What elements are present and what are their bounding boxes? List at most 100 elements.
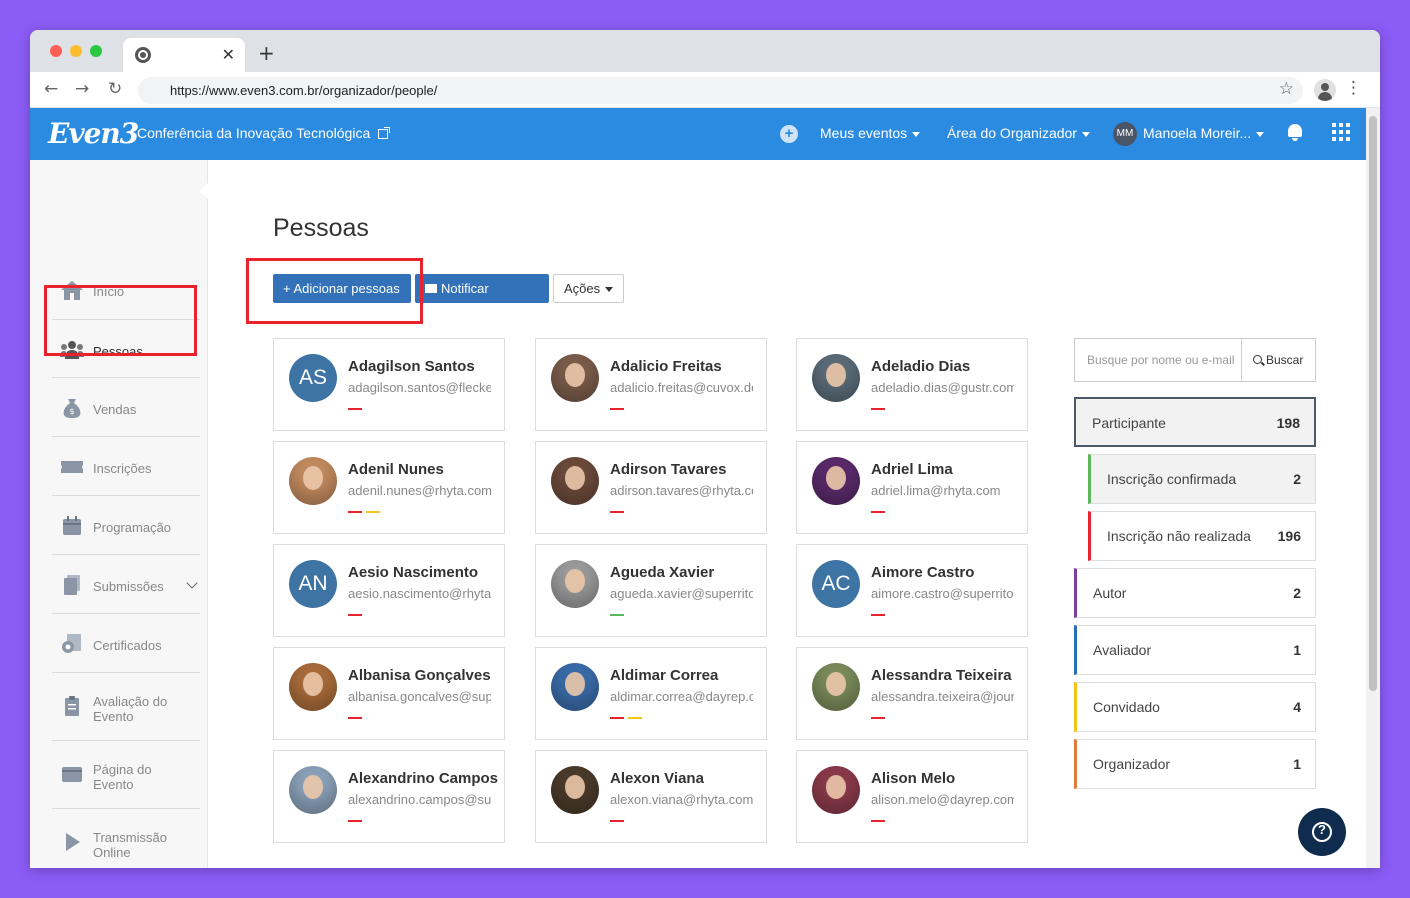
- even3-logo[interactable]: Even3: [48, 117, 139, 150]
- person-card[interactable]: Adirson Tavares adirson.tavares@rhyta.com: [535, 441, 767, 534]
- sidebar-item-label: Vendas: [93, 402, 137, 417]
- browser-tab[interactable]: ✕: [123, 38, 245, 72]
- bookmark-star-icon[interactable]: ☆: [1279, 79, 1294, 99]
- svg-text:$: $: [69, 407, 74, 416]
- page-scrollbar[interactable]: [1366, 108, 1380, 868]
- profile-icon[interactable]: [1314, 79, 1336, 101]
- my-events-menu[interactable]: Meus eventos: [820, 125, 921, 141]
- person-email: alexon.viana@rhyta.com: [610, 792, 753, 807]
- person-card[interactable]: Alexandrino Campos alexandrino.campos@sup…: [273, 750, 505, 843]
- role-filter[interactable]: Organizador 1: [1074, 739, 1316, 789]
- reload-icon[interactable]: ↻: [108, 79, 122, 99]
- add-event-icon[interactable]: +: [780, 125, 798, 143]
- person-card[interactable]: Alessandra Teixeira alessandra.teixeira@j…: [796, 647, 1028, 740]
- search-button-label: Buscar: [1266, 353, 1304, 367]
- play-icon: [66, 833, 80, 851]
- status-tags: [610, 511, 624, 513]
- sidebar-item-submissoes[interactable]: Submissões: [52, 555, 200, 614]
- sidebar-item-label: Certificados: [93, 638, 162, 653]
- bell-icon[interactable]: [1287, 122, 1303, 142]
- tab-strip: ✕ +: [30, 30, 1380, 72]
- sidebar-item-pagina[interactable]: Página do Evento: [52, 741, 200, 809]
- help-button[interactable]: ?: [1298, 808, 1346, 856]
- actions-dropdown[interactable]: Ações: [553, 274, 625, 303]
- browser-menu-icon[interactable]: ⋮: [1345, 78, 1362, 98]
- user-menu[interactable]: Manoela Moreir...: [1143, 125, 1265, 141]
- sidebar-item-transmissao[interactable]: Transmissão Online: [52, 809, 200, 868]
- person-card[interactable]: Adriel Lima adriel.lima@rhyta.com: [796, 441, 1028, 534]
- status-tag: [348, 511, 362, 513]
- caret-down-icon: [1081, 131, 1090, 137]
- avatar-initials: AN: [289, 560, 337, 608]
- forward-icon[interactable]: →: [75, 79, 89, 99]
- person-card[interactable]: Agueda Xavier agueda.xavier@superrito.com: [535, 544, 767, 637]
- role-filter[interactable]: Inscrição confirmada 2: [1088, 454, 1316, 504]
- search-input[interactable]: [1075, 339, 1241, 381]
- role-filter-label: Avaliador: [1093, 642, 1152, 658]
- person-card[interactable]: AC Aimore Castro aimore.castro@superrito.c…: [796, 544, 1028, 637]
- person-name: Adalicio Freitas: [610, 358, 722, 375]
- scrollbar-thumb[interactable]: [1369, 116, 1377, 691]
- close-tab-icon[interactable]: ✕: [222, 45, 235, 64]
- person-card[interactable]: Aldimar Correa aldimar.correa@dayrep.com: [535, 647, 767, 740]
- search-button[interactable]: Buscar: [1241, 339, 1315, 381]
- status-tags: [871, 408, 885, 410]
- sidebar-item-vendas[interactable]: $ Vendas: [52, 378, 200, 437]
- role-filter-count: 4: [1293, 699, 1301, 715]
- organizer-area-menu[interactable]: Área do Organizador: [947, 125, 1090, 141]
- status-tag: [610, 614, 624, 616]
- apps-grid-icon[interactable]: [1332, 123, 1350, 141]
- person-card[interactable]: Adalicio Freitas adalicio.freitas@cuvox.d…: [535, 338, 767, 431]
- person-card[interactable]: Alexon Viana alexon.viana@rhyta.com: [535, 750, 767, 843]
- minimize-window-button[interactable]: [70, 45, 82, 57]
- status-tag: [348, 614, 362, 616]
- clipboard-icon: [65, 696, 79, 716]
- person-card[interactable]: Albanisa Gonçalves albanisa.goncalves@sup…: [273, 647, 505, 740]
- avatar-photo: [551, 663, 599, 711]
- person-email: adriel.lima@rhyta.com: [871, 483, 1001, 498]
- app-header: Even3 Conferência da Inovação Tecnológic…: [30, 108, 1366, 160]
- status-tag: [871, 717, 885, 719]
- role-filter[interactable]: Avaliador 1: [1074, 625, 1316, 675]
- back-icon[interactable]: ←: [44, 79, 58, 99]
- sidebar-active-notch: [200, 182, 209, 200]
- status-tag: [366, 511, 380, 513]
- url-field[interactable]: https://www.even3.com.br/organizador/peo…: [138, 77, 1303, 104]
- avatar-photo: [289, 457, 337, 505]
- person-name: Adeladio Dias: [871, 358, 971, 375]
- envelope-icon: [425, 284, 437, 293]
- avatar-initials: AS: [289, 354, 337, 402]
- role-filter-count: 2: [1293, 585, 1301, 601]
- sidebar-item-programacao[interactable]: Programação: [52, 496, 200, 555]
- calendar-icon: [63, 516, 81, 535]
- event-title-text: Conferência da Inovação Tecnológica: [137, 125, 371, 141]
- avatar-photo: [289, 663, 337, 711]
- notify-people-button[interactable]: Notificar pessoas: [415, 274, 549, 325]
- close-window-button[interactable]: [50, 45, 62, 57]
- event-title-link[interactable]: Conferência da Inovação Tecnológica: [137, 125, 391, 141]
- sidebar-item-certificados[interactable]: Certificados: [52, 614, 200, 673]
- role-filter[interactable]: Convidado 4: [1074, 682, 1316, 732]
- maximize-window-button[interactable]: [90, 45, 102, 57]
- person-card[interactable]: Adeladio Dias adeladio.dias@gustr.com: [796, 338, 1028, 431]
- person-name: Albanisa Gonçalves: [348, 667, 491, 684]
- status-tag: [348, 408, 362, 410]
- sidebar-item-avaliacao[interactable]: Avaliação do Evento: [52, 673, 200, 741]
- person-card[interactable]: Adenil Nunes adenil.nunes@rhyta.com: [273, 441, 505, 534]
- caret-down-icon: [1256, 131, 1265, 137]
- person-card[interactable]: AN Aesio Nascimento aesio.nascimento@rhyta…: [273, 544, 505, 637]
- role-filter[interactable]: Participante 198: [1074, 397, 1316, 447]
- new-tab-icon[interactable]: +: [258, 41, 275, 65]
- person-name: Alexon Viana: [610, 770, 704, 787]
- status-tags: [348, 717, 362, 719]
- role-filter[interactable]: Inscrição não realizada 196: [1088, 511, 1316, 561]
- user-avatar[interactable]: MM: [1113, 122, 1137, 146]
- role-filter-count: 198: [1276, 415, 1300, 431]
- sidebar-item-inscricoes[interactable]: Inscrições: [52, 437, 200, 496]
- status-tags: [610, 717, 642, 719]
- person-card[interactable]: Alison Melo alison.melo@dayrep.com: [796, 750, 1028, 843]
- status-tag: [610, 408, 624, 410]
- organizer-area-label: Área do Organizador: [947, 125, 1077, 141]
- role-filter[interactable]: Autor 2: [1074, 568, 1316, 618]
- person-card[interactable]: AS Adagilson Santos adagilson.santos@fleck…: [273, 338, 505, 431]
